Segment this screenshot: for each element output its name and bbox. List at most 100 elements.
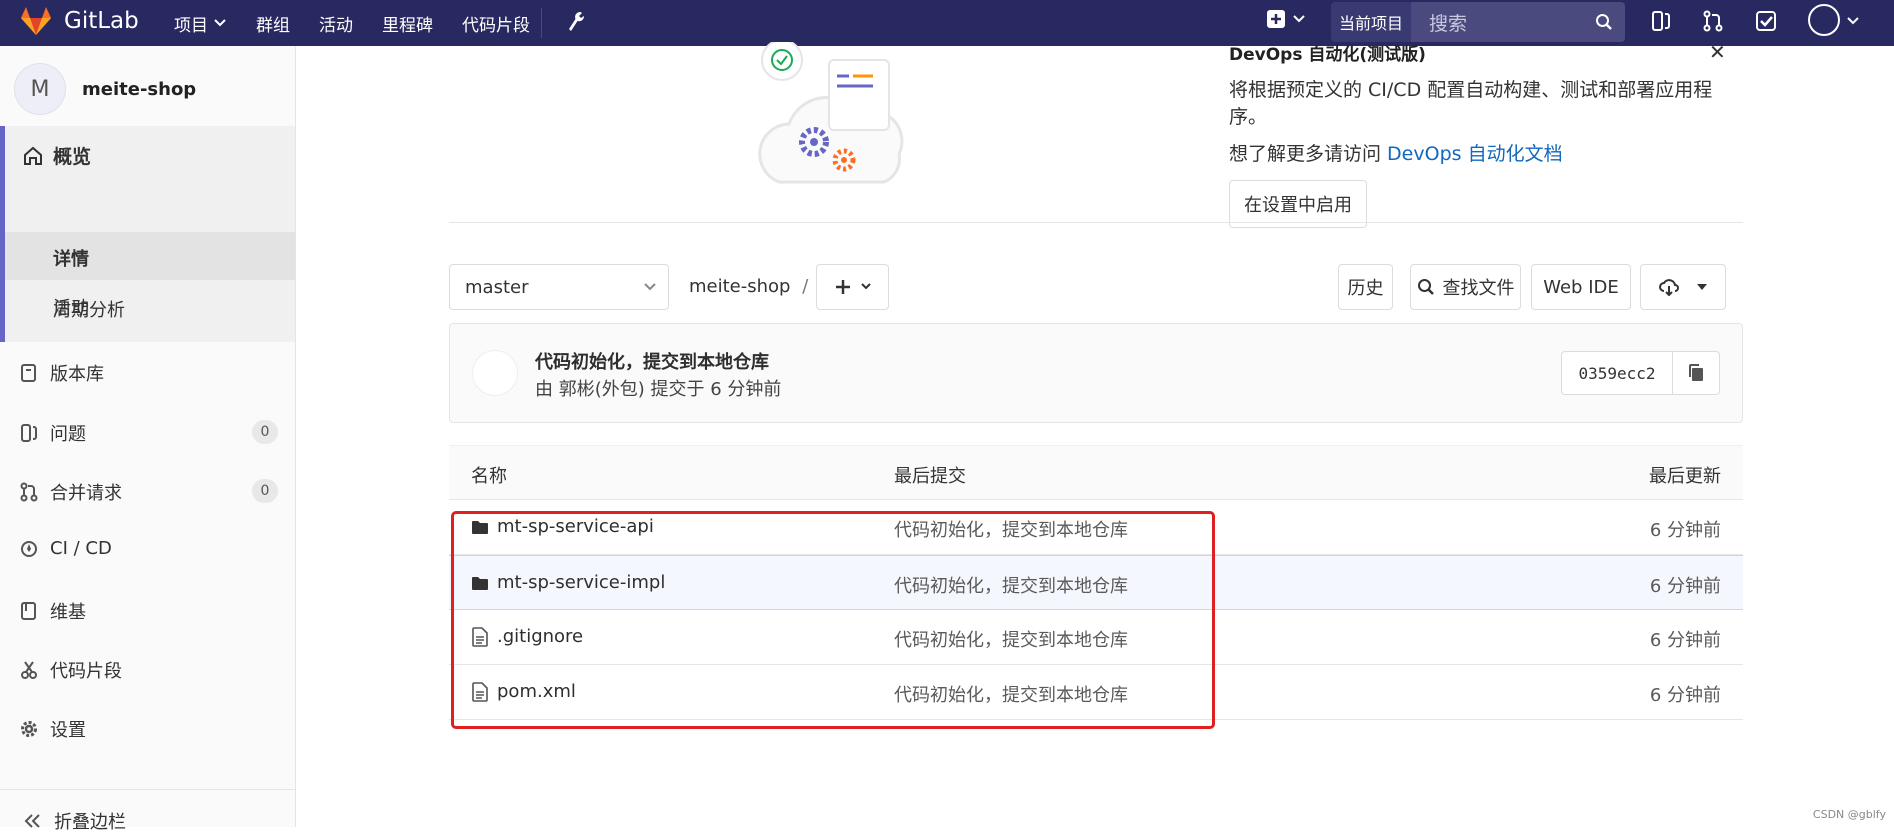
file-updated: 6 分钟前 bbox=[1650, 681, 1721, 707]
caret-down-icon bbox=[1696, 283, 1708, 291]
sidebar-item-label: 维基 bbox=[50, 598, 86, 624]
file-icon bbox=[471, 627, 489, 647]
sidebar-item-settings[interactable]: 设置 bbox=[20, 716, 278, 742]
copy-sha-button[interactable] bbox=[1672, 351, 1720, 395]
file-commit-message[interactable]: 代码初始化，提交到本地仓库 bbox=[894, 572, 1128, 598]
commit-title[interactable]: 代码初始化，提交到本地仓库 bbox=[535, 348, 769, 374]
branch-name: master bbox=[465, 277, 528, 298]
web-ide-button[interactable]: Web IDE bbox=[1531, 264, 1631, 310]
history-button[interactable]: 历史 bbox=[1338, 264, 1393, 310]
sidebar-subitem-details[interactable]: 详情 bbox=[53, 245, 89, 271]
chevron-down-icon[interactable] bbox=[1846, 16, 1860, 26]
enable-in-settings-button[interactable]: 在设置中启用 bbox=[1229, 180, 1367, 228]
sidebar-subitem-active-bg bbox=[5, 232, 295, 280]
plus-square-icon bbox=[1266, 9, 1286, 29]
file-name-cell[interactable]: pom.xml bbox=[471, 681, 576, 702]
table-row[interactable]: .gitignore 代码初始化，提交到本地仓库 6 分钟前 bbox=[449, 610, 1743, 665]
nav-projects[interactable]: 项目 bbox=[174, 11, 227, 36]
plus-icon bbox=[834, 278, 852, 296]
folder-icon bbox=[471, 519, 489, 535]
file-updated: 6 分钟前 bbox=[1650, 572, 1721, 598]
file-name[interactable]: pom.xml bbox=[497, 681, 576, 702]
close-banner-icon[interactable]: ✕ bbox=[1709, 40, 1726, 64]
gitlab-fox-icon bbox=[20, 6, 52, 36]
todo-check-icon[interactable] bbox=[1755, 10, 1777, 32]
file-updated: 6 分钟前 bbox=[1650, 516, 1721, 542]
devops-docs-link[interactable]: DevOps 自动化文档 bbox=[1387, 143, 1563, 165]
add-to-tree-button[interactable] bbox=[816, 264, 889, 310]
search-icon bbox=[1595, 13, 1613, 31]
project-sidebar: M meite-shop 概览 详情 活动 周期分析 版本库 问题 0 合并请求… bbox=[0, 46, 296, 827]
nav-groups[interactable]: 群组 bbox=[256, 11, 290, 36]
gear-icon bbox=[20, 719, 38, 739]
file-name[interactable]: mt-sp-service-api bbox=[497, 516, 654, 537]
issues-icon[interactable] bbox=[1651, 10, 1671, 32]
file-name-cell[interactable]: mt-sp-service-impl bbox=[471, 572, 665, 593]
merge-request-icon[interactable] bbox=[1703, 10, 1723, 32]
search-scope[interactable]: 当前项目 bbox=[1331, 2, 1411, 42]
sidebar-subitem-cycle-analytics[interactable]: 周期分析 bbox=[53, 296, 125, 322]
book-icon bbox=[20, 363, 38, 383]
sidebar-section-overview: 概览 详情 活动 bbox=[0, 126, 295, 342]
file-commit-message[interactable]: 代码初始化，提交到本地仓库 bbox=[894, 626, 1128, 652]
top-nav: 项目 群组 活动 里程碑 代码片段 bbox=[174, 0, 559, 46]
sidebar-item-repository[interactable]: 版本库 bbox=[20, 360, 278, 386]
collapse-sidebar-button[interactable]: 折叠边栏 bbox=[0, 789, 295, 834]
file-tree-table: 名称 最后提交 最后更新 mt-sp-service-api 代码初始化，提交到… bbox=[449, 445, 1743, 720]
sidebar-item-issues[interactable]: 问题 0 bbox=[20, 420, 278, 446]
nav-snippets[interactable]: 代码片段 bbox=[462, 11, 530, 36]
merge-request-icon bbox=[20, 482, 38, 502]
find-file-button[interactable]: 查找文件 bbox=[1410, 264, 1521, 310]
issues-count-badge: 0 bbox=[252, 420, 278, 444]
project-avatar: M bbox=[14, 63, 66, 115]
nav-activity[interactable]: 活动 bbox=[319, 11, 353, 36]
nav-projects-label: 项目 bbox=[174, 11, 208, 36]
clipboard-icon bbox=[1687, 363, 1705, 383]
banner-learn-prefix: 想了解更多请访问 bbox=[1229, 143, 1387, 165]
new-item-button[interactable] bbox=[1266, 9, 1306, 29]
project-name: meite-shop bbox=[82, 79, 196, 100]
branch-selector[interactable]: master bbox=[449, 264, 669, 310]
commit-sha[interactable]: 0359ecc2 bbox=[1561, 351, 1673, 395]
sidebar-item-label: 代码片段 bbox=[50, 657, 122, 683]
file-name-cell[interactable]: .gitignore bbox=[471, 626, 583, 647]
table-row[interactable]: pom.xml 代码初始化，提交到本地仓库 6 分钟前 bbox=[449, 665, 1743, 720]
sidebar-item-wiki[interactable]: 维基 bbox=[20, 598, 278, 624]
file-icon bbox=[471, 682, 489, 702]
user-avatar[interactable] bbox=[1808, 4, 1840, 36]
auto-devops-banner: DevOps 自动化(测试版) 将根据预定义的 CI/CD 配置自动构建、测试和… bbox=[1229, 46, 1743, 228]
sidebar-item-overview[interactable]: 概览 bbox=[23, 142, 91, 169]
sidebar-item-ci-cd[interactable]: CI / CD bbox=[20, 538, 278, 559]
file-name[interactable]: mt-sp-service-impl bbox=[497, 572, 665, 593]
download-cloud-icon bbox=[1658, 278, 1680, 296]
file-commit-message[interactable]: 代码初始化，提交到本地仓库 bbox=[894, 681, 1128, 707]
breadcrumb-project[interactable]: meite-shop bbox=[689, 276, 790, 297]
table-row[interactable]: mt-sp-service-api 代码初始化，提交到本地仓库 6 分钟前 bbox=[449, 500, 1743, 555]
sidebar-item-merge-requests[interactable]: 合并请求 0 bbox=[20, 479, 278, 505]
banner-learn-more: 想了解更多请访问 DevOps 自动化文档 bbox=[1229, 139, 1743, 166]
file-name[interactable]: .gitignore bbox=[497, 626, 583, 647]
table-row[interactable]: mt-sp-service-impl 代码初始化，提交到本地仓库 6 分钟前 bbox=[449, 555, 1743, 610]
file-commit-message[interactable]: 代码初始化，提交到本地仓库 bbox=[894, 516, 1128, 542]
commit-author-avatar[interactable] bbox=[472, 350, 518, 396]
logo-text: GitLab bbox=[64, 8, 139, 34]
gitlab-logo[interactable]: GitLab bbox=[20, 6, 139, 36]
download-button[interactable] bbox=[1640, 264, 1726, 310]
divider bbox=[449, 222, 1743, 223]
sidebar-item-label: 合并请求 bbox=[50, 479, 122, 505]
admin-wrench-icon[interactable] bbox=[566, 10, 586, 38]
sidebar-item-label: CI / CD bbox=[50, 538, 112, 559]
search-input[interactable]: 搜索 bbox=[1411, 2, 1625, 42]
nav-milestones[interactable]: 里程碑 bbox=[382, 11, 433, 36]
banner-text: 将根据预定义的 CI/CD 配置自动构建、测试和部署应用程序。 bbox=[1229, 75, 1743, 129]
scissors-icon bbox=[20, 660, 38, 680]
last-commit-panel: 代码初始化，提交到本地仓库 由 郭彬(外包) 提交于 6 分钟前 0359ecc… bbox=[449, 323, 1743, 423]
header-last-update: 最后更新 bbox=[1649, 462, 1721, 488]
folder-icon bbox=[471, 575, 489, 591]
table-header: 名称 最后提交 最后更新 bbox=[449, 445, 1743, 500]
rocket-icon bbox=[20, 539, 38, 559]
sidebar-item-snippets[interactable]: 代码片段 bbox=[20, 657, 278, 683]
book-icon bbox=[20, 601, 38, 621]
file-name-cell[interactable]: mt-sp-service-api bbox=[471, 516, 654, 537]
project-header[interactable]: M meite-shop bbox=[14, 63, 196, 115]
